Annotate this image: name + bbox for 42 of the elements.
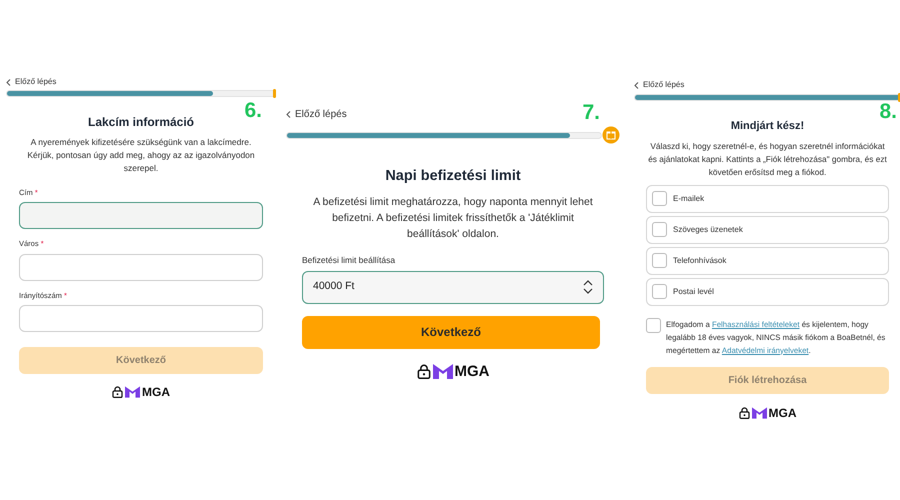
option-row[interactable]: Szöveges üzenetek xyxy=(646,216,889,244)
page-title: Lakcím információ xyxy=(88,114,194,131)
text-field[interactable] xyxy=(19,254,263,280)
back-link[interactable]: Előző lépés xyxy=(286,107,347,122)
checkbox[interactable] xyxy=(652,284,667,299)
step-number: 7. xyxy=(582,102,600,123)
description-text: Válaszd ki, hogy szeretnél-e, és hogyan szeretnél információkat és ajánlatokat kapni. Kattints a „Fiók létrehozása" gombra, és ezt követően erősítsd meg a fiókod. xyxy=(647,140,888,178)
padlock-icon xyxy=(416,364,430,380)
chevron-left-icon xyxy=(286,111,291,118)
chevron-left-icon xyxy=(6,78,11,86)
back-link[interactable]: Előző lépés xyxy=(634,79,684,91)
logo-text: MGA xyxy=(768,404,796,422)
field-label: Befizetési limit beállítása xyxy=(302,254,396,266)
back-link[interactable]: Előző lépés xyxy=(6,76,56,88)
checkbox[interactable] xyxy=(652,191,667,206)
text-field[interactable] xyxy=(19,304,263,332)
description-text: A befizetési limit meghatározza, hogy naponta mennyit lehet befizetni. A befizetési limitek frissíthetők a 'Játéklimit beállítások' oldalon. xyxy=(312,194,594,242)
progress-end-marker xyxy=(273,89,276,98)
page-title: Napi befizetési limit xyxy=(384,167,522,186)
m-logo-icon xyxy=(125,386,140,398)
chevron-up-down-icon xyxy=(583,280,593,294)
description-text: A nyeremények kifizetésére szükségünk van a lakcímedre. Kérjük, pontosan úgy add meg, ahogy az az igazolványodon szerepel. xyxy=(26,136,256,175)
padlock-icon xyxy=(112,386,123,398)
m-logo-icon xyxy=(752,406,766,418)
option-row[interactable]: E-mailek xyxy=(646,184,889,212)
logo-text: MGA xyxy=(454,362,490,382)
gift-icon xyxy=(602,126,620,144)
text-field[interactable] xyxy=(19,202,263,230)
option-row[interactable]: Postai levél xyxy=(646,278,889,306)
page-title: Mindjárt kész! xyxy=(730,119,804,134)
option-row[interactable]: Telefonhívások xyxy=(646,246,889,274)
chevron-left-icon xyxy=(634,82,639,88)
logo-text: MGA xyxy=(142,384,170,401)
checkbox[interactable] xyxy=(652,253,667,268)
checkbox[interactable] xyxy=(646,318,661,332)
step-number: 8. xyxy=(879,101,897,122)
step-number: 6. xyxy=(244,100,262,121)
submit-button[interactable]: Következő xyxy=(302,316,600,348)
padlock-icon xyxy=(738,406,750,418)
checkbox[interactable] xyxy=(652,222,667,237)
m-logo-icon xyxy=(432,364,452,380)
limit-select[interactable]: 40000 Ft xyxy=(302,270,604,304)
